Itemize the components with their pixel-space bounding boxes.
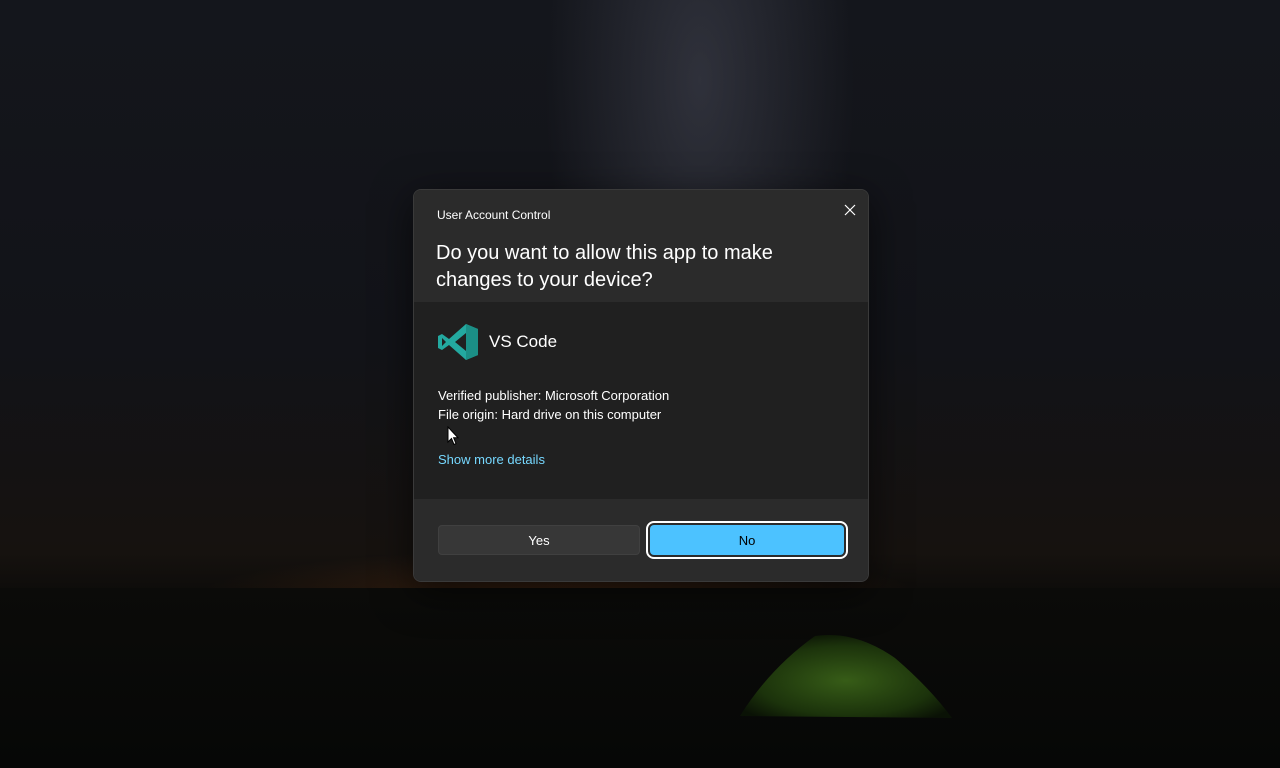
close-icon xyxy=(844,204,856,216)
uac-dialog: User Account Control Do you want to allo… xyxy=(413,189,869,582)
file-origin-text: File origin: Hard drive on this computer xyxy=(438,407,662,422)
show-more-details-link[interactable]: Show more details xyxy=(438,452,545,467)
vscode-logo-icon xyxy=(438,324,478,360)
no-button[interactable]: No xyxy=(646,521,848,559)
mouse-pointer-icon xyxy=(447,426,459,446)
app-name: VS Code xyxy=(489,332,558,351)
yes-button[interactable]: Yes xyxy=(438,525,640,555)
dialog-footer: Yes No xyxy=(414,499,868,581)
dialog-caption: User Account Control xyxy=(437,208,551,222)
dialog-question: Do you want to allow this app to make ch… xyxy=(436,242,773,291)
app-details: Verified publisher: Microsoft Corporatio… xyxy=(438,386,669,424)
tent-image xyxy=(740,634,952,718)
publisher-text: Verified publisher: Microsoft Corporatio… xyxy=(438,388,670,403)
dialog-header: User Account Control Do you want to allo… xyxy=(414,190,868,302)
mountain-silhouette xyxy=(0,588,1280,768)
dialog-body: VS Code Verified publisher: Microsoft Co… xyxy=(414,302,868,499)
close-button[interactable] xyxy=(836,196,864,224)
app-row: VS Code xyxy=(437,322,557,362)
